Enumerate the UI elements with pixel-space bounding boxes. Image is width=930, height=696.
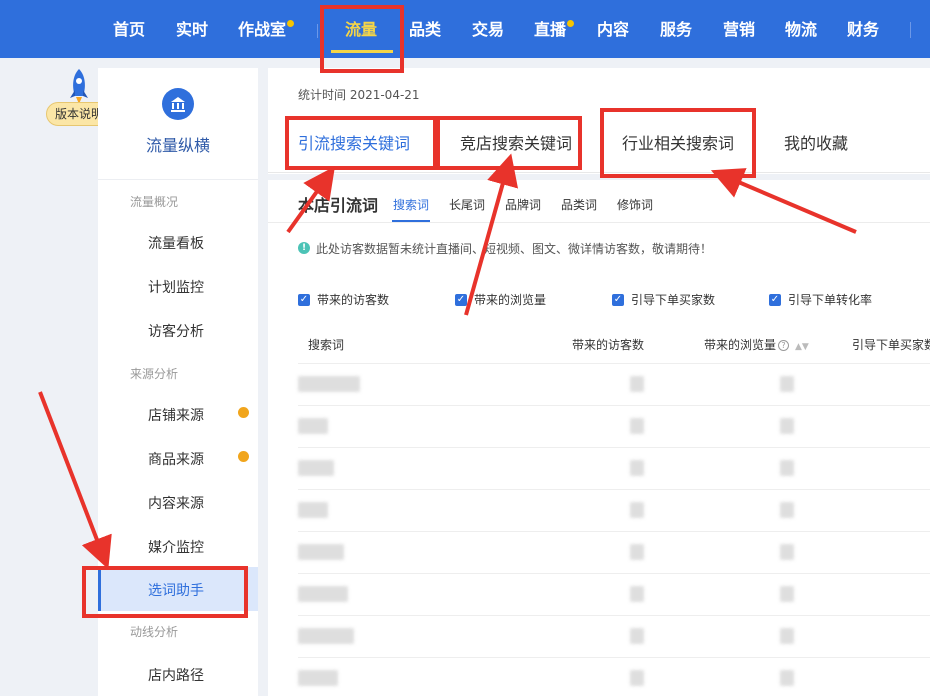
arrow-icon	[464, 153, 519, 316]
arrow-icon	[286, 166, 335, 234]
annotation-arrows	[38, 153, 857, 570]
arrow-icon	[38, 391, 112, 570]
arrow-icon	[710, 168, 857, 234]
